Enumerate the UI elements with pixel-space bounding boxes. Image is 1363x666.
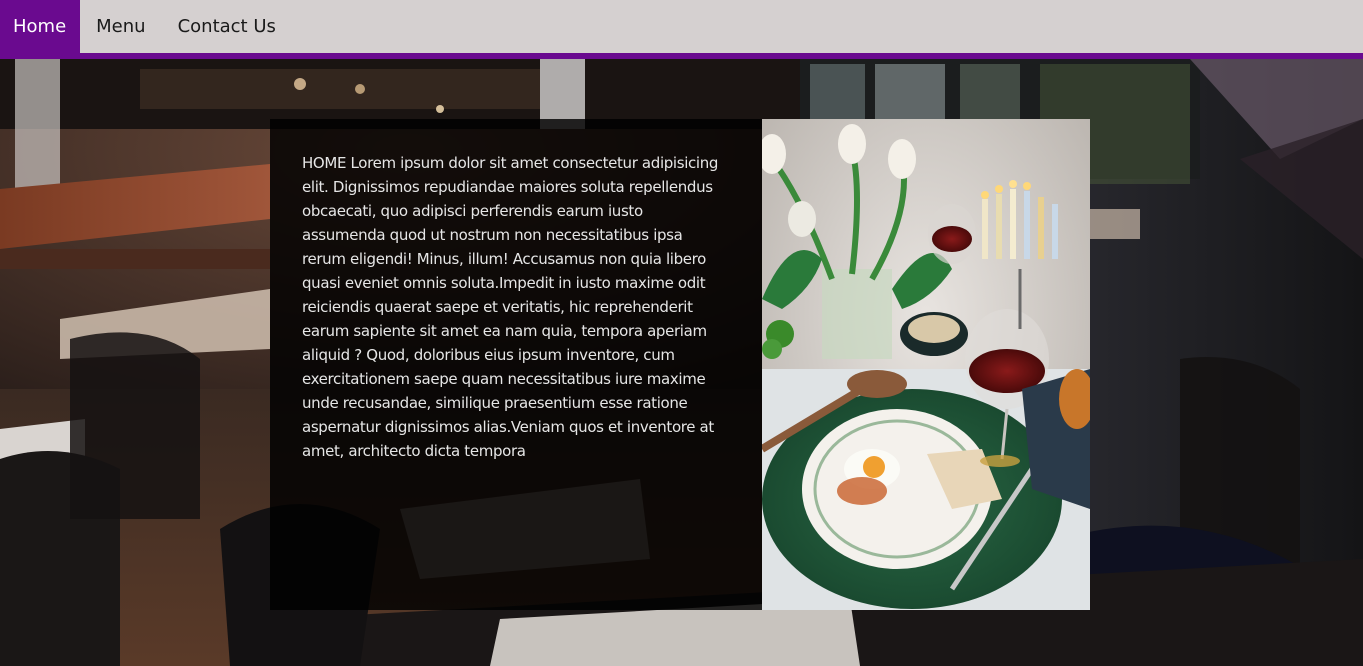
page: Home Menu Contact Us HOME Lorem ipsum do… <box>0 0 1363 666</box>
top-navbar: Home Menu Contact Us <box>0 0 1363 59</box>
content-paragraph: HOME Lorem ipsum dolor sit amet consecte… <box>302 154 719 460</box>
food-photo <box>762 119 1090 610</box>
nav-home[interactable]: Home <box>0 0 81 53</box>
nav-menu[interactable]: Menu <box>80 0 161 53</box>
nav-contact-us[interactable]: Contact Us <box>162 0 292 53</box>
content-card: HOME Lorem ipsum dolor sit amet consecte… <box>270 119 762 610</box>
